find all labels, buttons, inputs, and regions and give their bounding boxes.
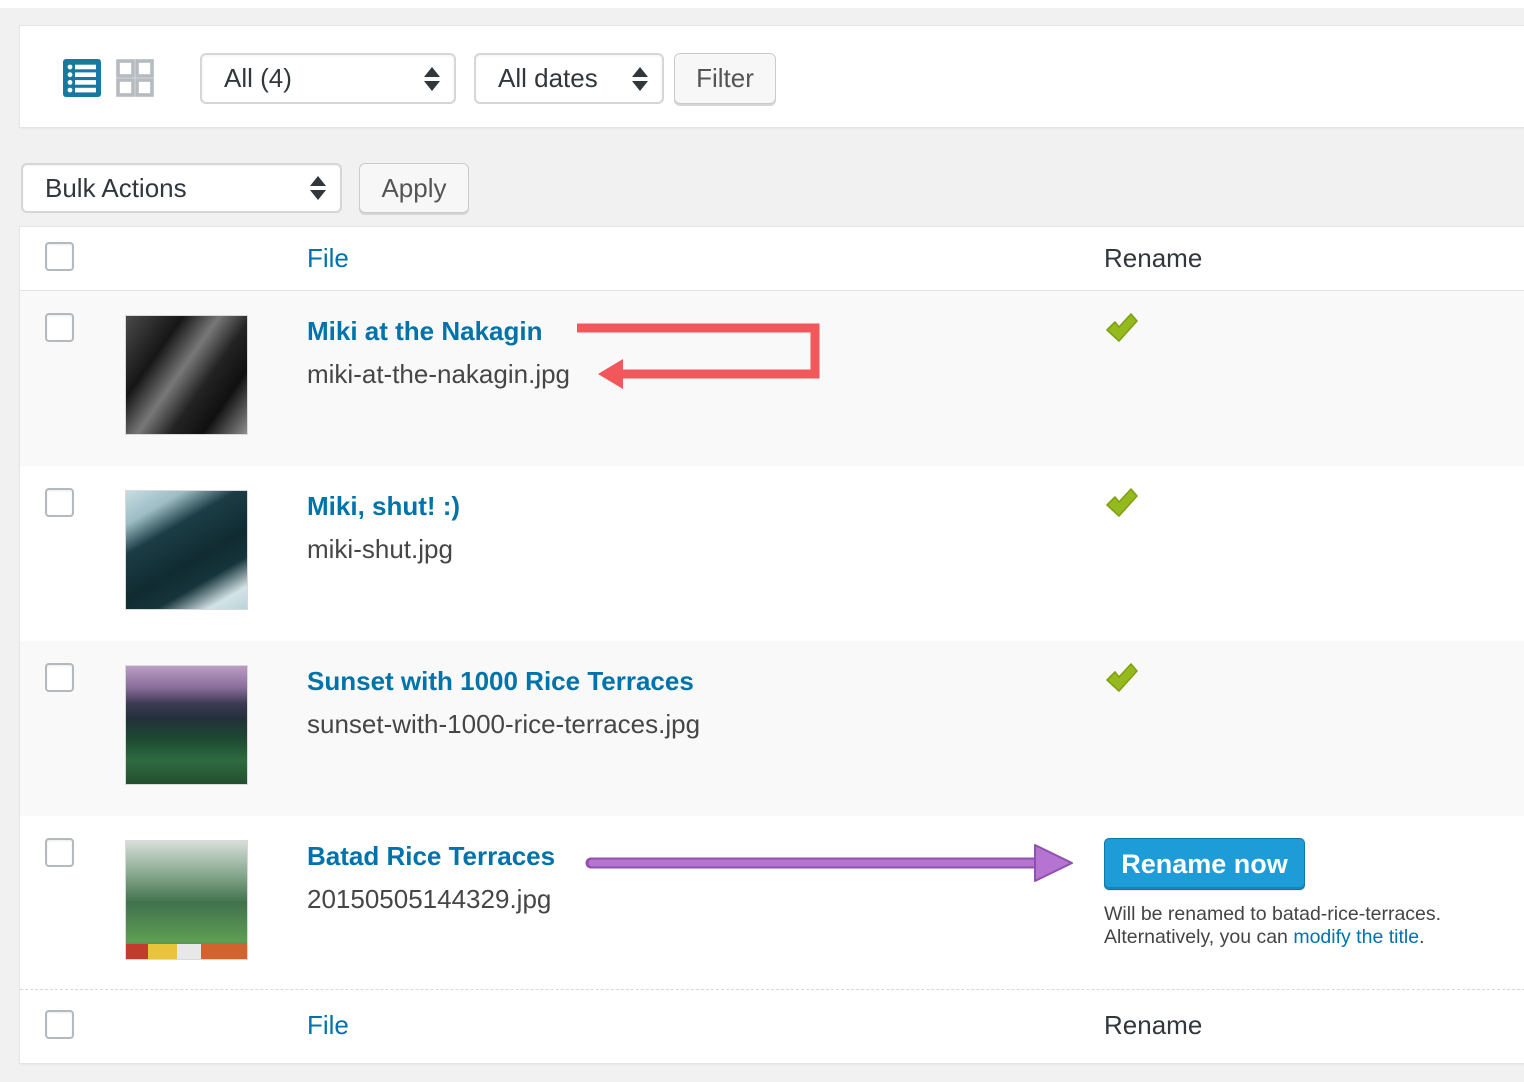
- date-filter-value: All dates: [498, 63, 598, 93]
- list-view-icon[interactable]: [63, 59, 101, 97]
- row-checkbox[interactable]: [45, 488, 74, 517]
- date-filter-select[interactable]: All dates: [474, 53, 664, 104]
- media-title-link[interactable]: Miki, shut! :): [307, 491, 460, 521]
- thumbnail-batad-rice-terraces[interactable]: [125, 840, 248, 960]
- modify-title-link[interactable]: modify the title: [1293, 926, 1419, 948]
- green-check-icon: [1106, 313, 1138, 342]
- rename-column-header: Rename: [1104, 243, 1203, 273]
- bulk-actions-select[interactable]: Bulk Actions: [21, 163, 342, 213]
- table-header-row: File Rename: [20, 227, 1524, 291]
- table-row: Sunset with 1000 Rice Terraces sunset-wi…: [20, 641, 1524, 816]
- media-type-filter-select[interactable]: All (4): [200, 53, 456, 104]
- rename-note-line2: Alternatively, you can modify the title.: [1104, 926, 1425, 948]
- media-filename: 20150505144329.jpg: [307, 884, 552, 914]
- table-row: Miki, shut! :) miki-shut.jpg: [20, 466, 1524, 641]
- rename-note-line1: Will be renamed to batad-rice-terraces.: [1104, 903, 1442, 925]
- thumbnail-miki-shut[interactable]: [125, 490, 248, 610]
- select-arrows-icon: [310, 176, 326, 200]
- select-arrows-icon: [424, 66, 440, 91]
- filter-toolbar: All (4) All dates Filter: [19, 25, 1524, 128]
- table-row: Batad Rice Terraces 20150505144329.jpg R…: [20, 816, 1524, 989]
- thumbnail-miki-at-the-nakagin[interactable]: [125, 315, 248, 435]
- file-column-footer[interactable]: File: [307, 1010, 349, 1040]
- rename-column-footer: Rename: [1104, 1010, 1203, 1040]
- select-all-checkbox[interactable]: [45, 242, 74, 271]
- table-footer-row: File Rename: [20, 989, 1524, 1063]
- top-strip: [0, 0, 1524, 8]
- row-checkbox[interactable]: [45, 313, 74, 342]
- green-check-icon: [1106, 488, 1138, 517]
- media-title-link[interactable]: Batad Rice Terraces: [307, 841, 555, 871]
- media-list-table: File Rename Miki at the Nakagin miki-at-…: [19, 226, 1524, 1064]
- bulk-actions-value: Bulk Actions: [45, 172, 187, 203]
- grid-view-icon[interactable]: [116, 59, 154, 97]
- media-filename: miki-shut.jpg: [307, 534, 453, 564]
- media-title-link[interactable]: Sunset with 1000 Rice Terraces: [307, 666, 694, 696]
- rename-now-button[interactable]: Rename now: [1104, 838, 1305, 890]
- file-column-header[interactable]: File: [307, 243, 349, 273]
- green-check-icon: [1106, 663, 1138, 692]
- select-arrows-icon: [632, 66, 648, 91]
- table-row: Miki at the Nakagin miki-at-the-nakagin.…: [20, 291, 1524, 466]
- media-filename: sunset-with-1000-rice-terraces.jpg: [307, 709, 701, 739]
- row-checkbox[interactable]: [45, 838, 74, 867]
- media-filename: miki-at-the-nakagin.jpg: [307, 359, 571, 389]
- media-type-filter-value: All (4): [224, 63, 292, 93]
- filter-button[interactable]: Filter: [674, 53, 776, 104]
- media-title-link[interactable]: Miki at the Nakagin: [307, 316, 543, 346]
- select-all-checkbox[interactable]: [45, 1010, 74, 1039]
- row-checkbox[interactable]: [45, 663, 74, 692]
- apply-button[interactable]: Apply: [359, 163, 469, 213]
- thumbnail-sunset-rice-terraces[interactable]: [125, 665, 248, 785]
